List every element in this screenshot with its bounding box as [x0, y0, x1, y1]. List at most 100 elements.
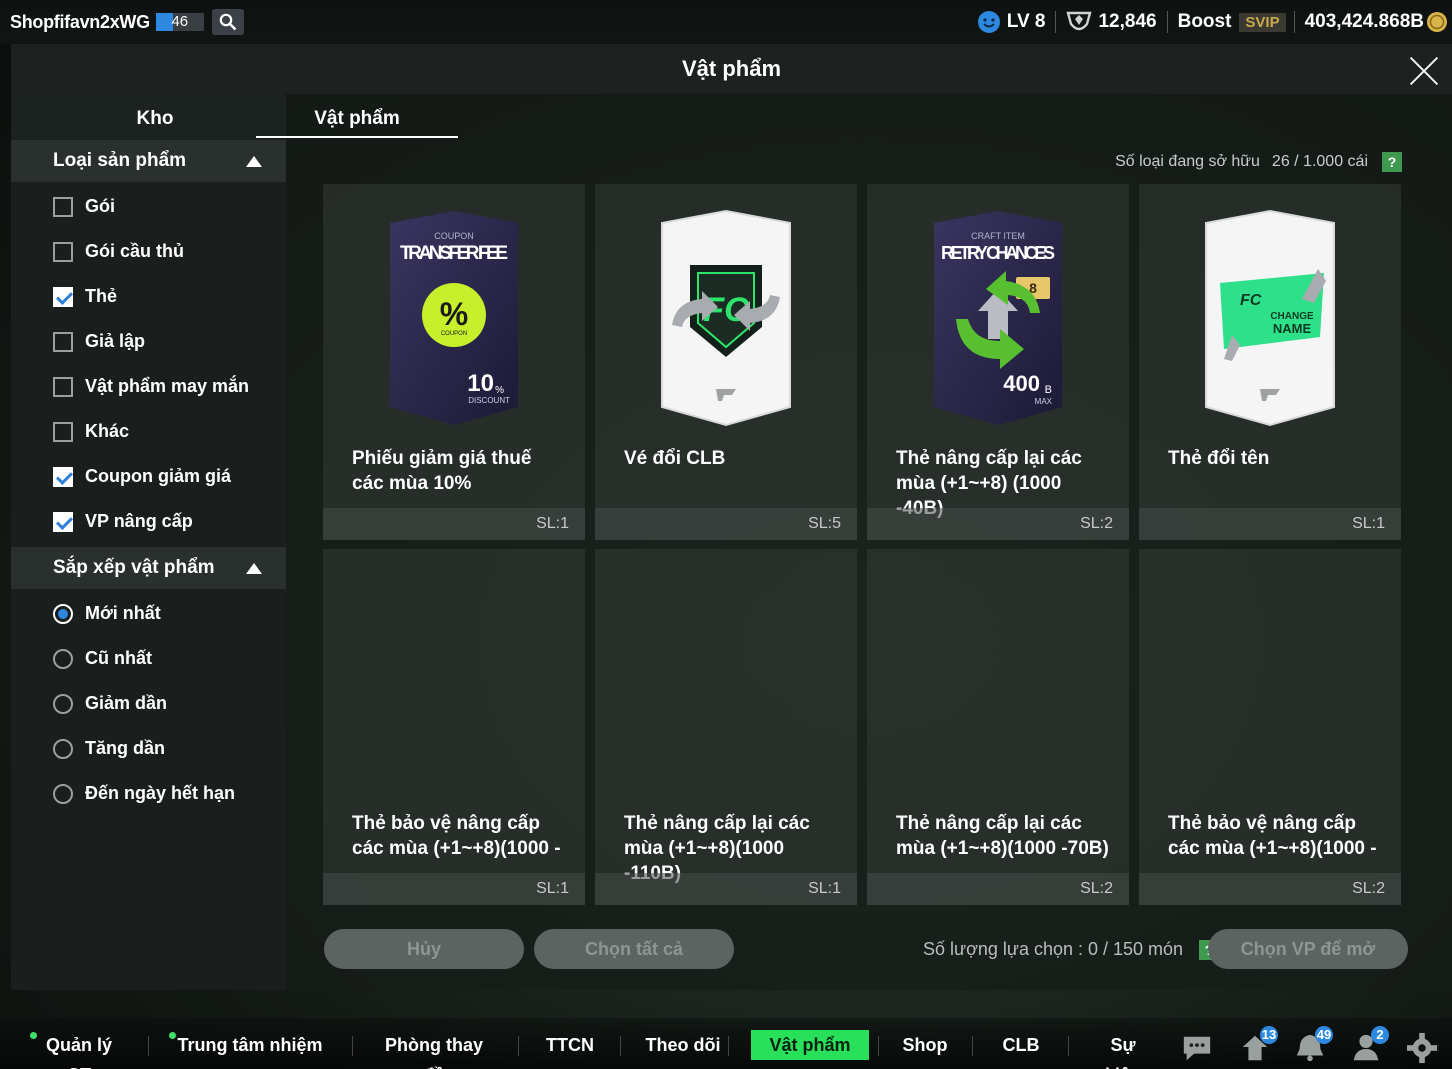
checkbox[interactable] [53, 421, 73, 442]
friends-button[interactable]: 2 [1349, 1026, 1389, 1064]
item-quantity: SL:2 [1139, 873, 1401, 905]
category-option[interactable]: Khác [11, 409, 286, 454]
radio-button[interactable] [53, 648, 73, 669]
checkbox[interactable] [53, 241, 73, 262]
sort-section-header[interactable]: Sắp xếp vật phẩm [11, 547, 286, 589]
checkbox[interactable] [53, 466, 73, 487]
radio-button[interactable] [53, 783, 73, 804]
nav-item-label: Trung tâm nhiệm vụ [177, 1035, 323, 1069]
nav-item-label: Vật phẩm [769, 1035, 851, 1055]
nav-item[interactable]: CLB [999, 1030, 1043, 1060]
nav-item[interactable]: Shop [901, 1030, 949, 1060]
close-icon[interactable] [1408, 54, 1440, 86]
nav-item[interactable]: Sự kiện [1091, 1030, 1155, 1069]
item-name: Thẻ bảo vệ nâng cấp các mùa (+1~+8)(1000… [352, 813, 561, 859]
tab-vat-pham[interactable]: Vật phẩm [256, 94, 458, 138]
coins-stat[interactable]: 403,424.868B [1305, 11, 1424, 33]
checkbox[interactable] [53, 376, 73, 397]
sort-section-title: Sắp xếp vật phẩm [53, 557, 215, 578]
notification-count-badge: 13 [1260, 1026, 1278, 1044]
checkbox[interactable] [53, 331, 73, 352]
sort-option[interactable]: Đến ngày hết hạn [11, 771, 286, 816]
level-stat[interactable]: LV 8 [977, 10, 1045, 34]
card-art-value: 400 [1003, 371, 1040, 396]
settings-gear-button[interactable] [1405, 1032, 1439, 1064]
nav-item[interactable]: TTCN [543, 1030, 597, 1060]
checkbox[interactable] [53, 196, 73, 217]
category-section-header[interactable]: Loại sản phẩm [11, 140, 286, 182]
search-button[interactable] [211, 9, 244, 35]
upload-button[interactable]: 13 [1238, 1026, 1278, 1064]
sort-option[interactable]: Cũ nhất [11, 636, 286, 681]
item-card[interactable]: Thẻ nâng cấp lại các mùa (+1~+8)(1000 -7… [867, 549, 1129, 905]
category-option-label: Gói cầu thủ [85, 241, 184, 261]
category-option[interactable]: VP nâng cấp [11, 499, 286, 544]
item-card[interactable]: FC Vé đổi CLB SL:5 [595, 184, 857, 540]
category-option[interactable]: Vật phẩm may mắn [11, 364, 286, 409]
sort-option[interactable]: Mới nhất [11, 591, 286, 636]
modal-title: Vật phẩm [681, 56, 782, 81]
points-stat[interactable]: 12,846 [1066, 10, 1157, 34]
sort-option[interactable]: Tăng dần [11, 726, 286, 771]
category-option[interactable]: Giả lập [11, 319, 286, 364]
svip-badge[interactable]: SVIP [1239, 12, 1286, 32]
category-option[interactable]: Gói cầu thủ [11, 229, 286, 274]
sort-option[interactable]: Giảm dần [11, 681, 286, 726]
item-card[interactable]: COUPON TRANSFER FEE % COUPON 10 % DISCOU… [323, 184, 585, 540]
item-card[interactable]: CRAFT ITEM RETRY CHANCES 8 400 B MAX Thẻ… [867, 184, 1129, 540]
item-quantity: SL:2 [867, 873, 1129, 905]
nav-divider [1068, 1036, 1069, 1056]
select-all-button[interactable]: Chọn tất cả [534, 929, 734, 969]
item-card-image: FC [661, 209, 791, 427]
cancel-button[interactable]: Hủy [324, 929, 524, 969]
item-name: Vé đổi CLB [624, 448, 726, 469]
sort-option-label: Giảm dần [85, 693, 168, 713]
item-card-image: CRAFT ITEM RETRY CHANCES 8 400 B MAX [934, 211, 1062, 425]
card-art-top: CRAFT ITEM [971, 231, 1025, 241]
chat-button[interactable] [1180, 1032, 1214, 1064]
category-option[interactable]: Gói [11, 184, 286, 229]
category-option-label: VP nâng cấp [85, 511, 193, 531]
nav-item[interactable]: Quản lý CT [30, 1030, 122, 1069]
owned-value: 26 / 1.000 cái [1271, 153, 1368, 170]
owned-counter: Số loại đang sở hữu 26 / 1.000 cái ? [1115, 152, 1402, 172]
radio-button[interactable] [53, 738, 73, 759]
checkbox[interactable] [53, 511, 73, 532]
nav-divider [972, 1036, 973, 1056]
trophy-shield-icon [1066, 11, 1093, 31]
username[interactable]: Shopfifavn2xWG [10, 12, 150, 33]
items-modal: Vật phẩm Kho Vật phẩm Loại sản phẩm Gói … [11, 44, 1452, 990]
item-quantity: SL:1 [323, 508, 585, 540]
help-icon[interactable]: ? [1382, 152, 1402, 172]
item-card[interactable]: Thẻ bảo vệ nâng cấp các mùa (+1~+8)(1000… [1139, 549, 1401, 905]
points-value: 12,846 [1098, 11, 1157, 32]
nav-item[interactable]: Theo dõi [645, 1030, 721, 1060]
chat-icon [1183, 1036, 1211, 1061]
item-card-image: COUPON TRANSFER FEE % COUPON 10 % DISCOU… [390, 211, 518, 425]
nav-item[interactable]: Phòng thay đồ [376, 1030, 492, 1069]
nav-divider [878, 1036, 879, 1056]
item-card[interactable]: Thẻ bảo vệ nâng cấp các mùa (+1~+8)(1000… [323, 549, 585, 905]
category-option-label: Gói [85, 196, 115, 216]
radio-button[interactable] [53, 603, 73, 624]
item-name: Thẻ nâng cấp lại các mùa (+1~+8)(1000 -7… [896, 813, 1109, 859]
nav-item[interactable]: Vật phẩm [751, 1030, 869, 1060]
open-selected-button[interactable]: Chọn VP để mở [1208, 929, 1408, 969]
sort-option-label: Cũ nhất [85, 648, 152, 668]
nav-item[interactable]: Trung tâm nhiệm vụ [169, 1030, 325, 1069]
radio-button[interactable] [53, 693, 73, 714]
svg-text:FC: FC [1240, 292, 1262, 309]
item-card[interactable]: Thẻ nâng cấp lại các mùa (+1~+8)(1000 -1… [595, 549, 857, 905]
boost-stat[interactable]: Boost [1178, 11, 1232, 33]
bell-button[interactable]: 49 [1293, 1026, 1333, 1064]
item-card[interactable]: FC CHANGE NAME Thẻ đổi tên SL:1 [1139, 184, 1401, 540]
item-name: Thẻ bảo vệ nâng cấp các mùa (+1~+8)(1000… [1168, 813, 1377, 859]
category-option[interactable]: Coupon giảm giá [11, 454, 286, 499]
category-option[interactable]: Thẻ [11, 274, 286, 319]
card-art-unit: % [495, 385, 504, 396]
notification-dot [169, 1032, 176, 1039]
card-art-sub: DISCOUNT [468, 396, 510, 405]
level-progress-badge: 46 [155, 13, 204, 31]
checkbox[interactable] [53, 286, 73, 307]
coins-value: 403,424.868B [1304, 11, 1424, 32]
